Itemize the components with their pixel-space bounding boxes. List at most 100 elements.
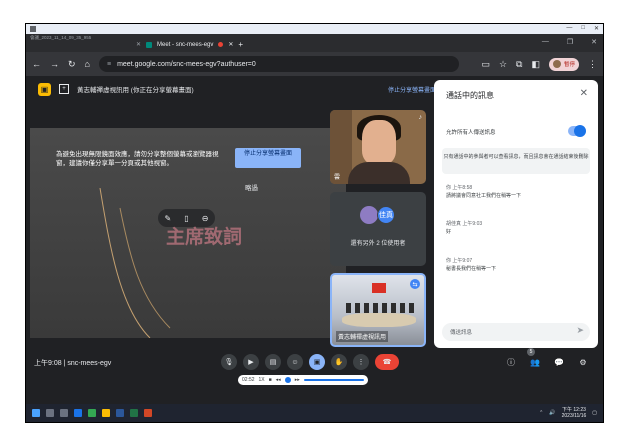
toolbar-actions: ▭ ☆ ⧉ ◧ 暫停 ⋮ [481, 57, 597, 71]
close-icon[interactable]: ✕ [594, 25, 599, 32]
message-meta: 你 上午9:07 [446, 258, 473, 264]
chat-icon[interactable]: 💬 [553, 354, 565, 370]
player-speed[interactable]: 1X [259, 377, 265, 383]
flag-image [372, 283, 386, 293]
powerpoint-icon[interactable] [144, 409, 152, 417]
home-icon[interactable]: ⌂ [85, 59, 90, 69]
skip-button[interactable]: 略過 [245, 182, 258, 192]
browser-toolbar: ← → ↻ ⌂ ≡ meet.google.com/snc-mees-egv?a… [26, 52, 603, 76]
site-info-icon[interactable]: ≡ [107, 61, 111, 68]
meet-view: ▣ + 黃志輔禪虛視訊用 (你正在分享螢幕畫面) 停止分享螢幕畫面 為避免出現無… [26, 76, 603, 404]
task-view-icon[interactable] [60, 409, 68, 417]
word-icon[interactable] [116, 409, 124, 417]
search-icon[interactable] [46, 409, 54, 417]
conference-table-image [342, 313, 416, 327]
participant-face [362, 120, 396, 164]
stop-presenting-link[interactable]: 停止分享螢幕畫面 [388, 85, 436, 94]
system-tray: ⌃ 🔊 下午 12:23 2023/11/16 ▢ [539, 407, 597, 419]
progress-bar[interactable] [303, 379, 364, 381]
reload-icon[interactable]: ↻ [68, 59, 76, 70]
volume-icon[interactable]: 🔊 [549, 410, 555, 416]
cast-icon[interactable]: ▭ [481, 59, 490, 70]
explorer-icon[interactable] [102, 409, 110, 417]
camera-button[interactable]: ▶ [243, 354, 259, 370]
more-icon: ⋮ [357, 359, 365, 366]
forward-icon[interactable]: ▸▸ [295, 377, 300, 383]
close-icon[interactable]: ✕ [591, 38, 597, 46]
allow-messages-label: 允許所有人傳送訊息 [446, 130, 496, 136]
screenshot-frame: — □ ✕ 會議_2023_11_14_09_35_955 ✕ Meet - s… [25, 23, 604, 423]
maximize-icon[interactable]: □ [581, 25, 585, 32]
extensions-icon[interactable]: ⧉ [516, 59, 522, 70]
message-meta: 你 上午8:58 [446, 185, 473, 191]
activities-icon[interactable]: ⚙ [577, 354, 589, 370]
chrome-icon[interactable] [88, 409, 96, 417]
pause-icon[interactable] [284, 377, 291, 383]
info-icon[interactable]: ⓘ [505, 354, 517, 370]
send-icon[interactable]: ➤ [576, 325, 584, 336]
raise-hand-button[interactable]: ✋ [331, 354, 347, 370]
outer-title-bar: — □ ✕ [26, 24, 603, 34]
menu-icon[interactable]: ⋮ [588, 59, 597, 70]
close-icon[interactable]: ✕ [580, 88, 588, 99]
captions-button[interactable]: ▤ [265, 354, 281, 370]
tab-strip: 會議_2023_11_14_09_35_955 ✕ Meet - snc-mee… [26, 34, 603, 52]
browser-window: 會議_2023_11_14_09_35_955 ✕ Meet - snc-mee… [26, 34, 603, 404]
side-controls: 5 ⓘ 👥 💬 ⚙ [505, 348, 589, 370]
profile-pause-button[interactable]: 暫停 [548, 57, 579, 71]
excel-icon[interactable] [130, 409, 138, 417]
back-icon[interactable]: ← [32, 59, 41, 69]
start-icon[interactable] [32, 409, 40, 417]
clock-date: 2023/11/16 [561, 413, 587, 419]
participant-tile-others[interactable]: 佳真 還有另外 2 位使用者 [330, 192, 426, 266]
edge-icon[interactable] [74, 409, 82, 417]
allow-messages-toggle[interactable] [568, 125, 586, 137]
attendees-image [346, 303, 414, 313]
stop-icon[interactable]: ■ [269, 377, 272, 383]
presenting-bar: ▣ + 黃志輔禪虛視訊用 (你正在分享螢幕畫面) 停止分享螢幕畫面 [38, 80, 436, 98]
emoji-icon: ☺ [291, 358, 299, 366]
screen-share-icon: + [59, 84, 69, 94]
chat-title: 通話中的訊息 [446, 91, 494, 100]
clock[interactable]: 下午 12:23 2023/11/16 [562, 407, 587, 419]
app-icon [30, 26, 36, 32]
rewind-icon[interactable]: ◂◂ [276, 377, 281, 383]
others-count-label: 還有另外 2 位使用者 [350, 241, 406, 247]
address-bar[interactable]: ≡ meet.google.com/snc-mees-egv?authuser=… [98, 56, 459, 72]
minimize-icon[interactable]: — [566, 25, 572, 32]
participant-tile-self[interactable]: ♪ 雲 [330, 110, 426, 184]
browser-window-controls: — ❐ ✕ [542, 38, 597, 46]
presenting-label: 黃志輔禪虛視訊用 (你正在分享螢幕畫面) [77, 87, 194, 94]
message-text: 請將議會同意社工我們在稍等一下 [446, 193, 522, 199]
tab-close-icon[interactable]: ✕ [228, 41, 233, 48]
bookmark-star-icon[interactable]: ☆ [499, 59, 507, 70]
mic-icon: ♪ [418, 114, 423, 121]
forward-icon[interactable]: → [50, 59, 59, 69]
mic-button[interactable]: 🎙 [221, 354, 237, 370]
chat-input[interactable]: 傳送訊息 [442, 323, 590, 341]
close-icon[interactable]: ✕ [136, 41, 141, 48]
participant-name: 雲 [334, 175, 341, 181]
outer-window-controls: — □ ✕ [566, 25, 599, 32]
more-options-button[interactable]: ⋮ [353, 354, 369, 370]
minimize-icon[interactable]: — [542, 38, 549, 46]
tab-meet[interactable]: ✕ Meet - snc-mees-egv ✕ + [130, 37, 249, 52]
present-icon: ▣ [38, 82, 51, 96]
chat-message: 胡佳真 上午9:03 好 [446, 220, 482, 236]
chat-panel: 通話中的訊息 ✕ 允許所有人傳送訊息 只有通話中的參與者可以查看訊息，而且訊息會… [434, 80, 598, 348]
leave-call-button[interactable]: ☎ [375, 354, 399, 370]
new-tab-button[interactable]: + [238, 40, 243, 49]
video-player-bar[interactable]: 02:52 1X ■ ◂◂ ▸▸ [238, 375, 368, 385]
participant-tile-room[interactable]: ⇆ 黃志輔禪虛視訊用 [330, 273, 426, 347]
avatar [552, 60, 561, 68]
maximize-icon[interactable]: ❐ [567, 38, 573, 46]
people-icon[interactable]: 👥 [529, 354, 541, 370]
message-text: 秘書長我們在稍等一下 [446, 266, 497, 272]
stop-share-button[interactable]: 停止分享螢幕畫面 [235, 148, 301, 168]
network-icon[interactable]: ⌃ [539, 410, 543, 416]
windows-taskbar: ⌃ 🔊 下午 12:23 2023/11/16 ▢ [26, 404, 603, 422]
notification-icon[interactable]: ▢ [592, 410, 597, 416]
present-button[interactable]: ▣ [309, 354, 325, 370]
sidebar-icon[interactable]: ◧ [531, 59, 540, 70]
emoji-button[interactable]: ☺ [287, 354, 303, 370]
